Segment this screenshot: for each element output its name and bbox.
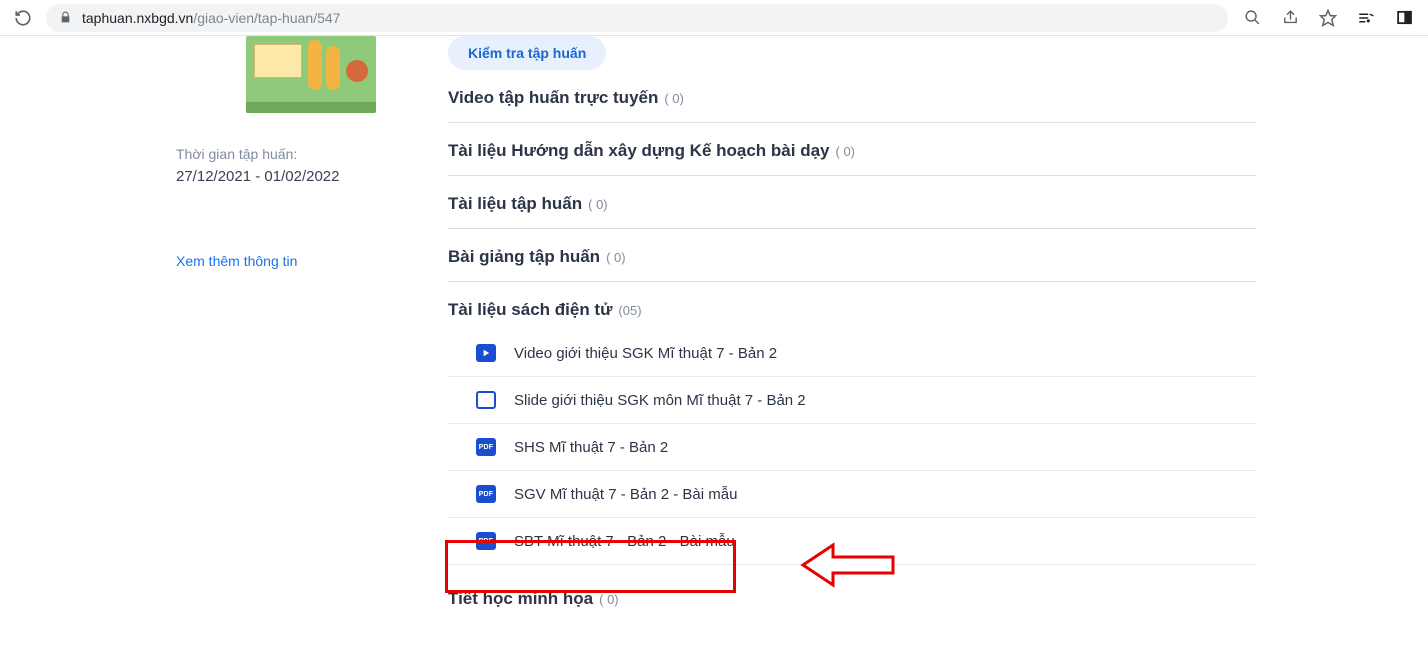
video-icon bbox=[476, 344, 496, 362]
doc-label: SHS Mĩ thuật 7 - Bản 2 bbox=[514, 439, 668, 456]
time-label: Thời gian tập huấn: bbox=[176, 146, 432, 162]
section-count: ( 0) bbox=[664, 91, 684, 106]
section-count: ( 0) bbox=[599, 592, 619, 607]
doc-label: Video giới thiệu SGK Mĩ thuật 7 - Bản 2 bbox=[514, 345, 777, 362]
reload-icon[interactable] bbox=[14, 9, 32, 27]
url-bar[interactable]: taphuan.nxbgd.vn/giao-vien/tap-huan/547 bbox=[46, 4, 1228, 32]
slide-icon bbox=[476, 391, 496, 409]
lock-icon bbox=[58, 11, 72, 25]
url-text: taphuan.nxbgd.vn/giao-vien/tap-huan/547 bbox=[82, 10, 340, 26]
section-title: Bài giảng tập huấn bbox=[448, 247, 600, 267]
docs-section: Tài liệu sách điện tử (05) Video giới th… bbox=[448, 282, 1256, 565]
course-thumbnail bbox=[246, 36, 376, 113]
browser-actions bbox=[1242, 8, 1414, 28]
share-icon[interactable] bbox=[1280, 8, 1300, 28]
doc-item[interactable]: Slide giới thiệu SGK môn Mĩ thuật 7 - Bả… bbox=[448, 377, 1256, 424]
section-count: ( 0) bbox=[588, 197, 608, 212]
doc-label: SBT Mĩ thuật 7 - Bản 2 - Bài mẫu bbox=[514, 533, 735, 550]
last-section: Tiết học minh họa ( 0) bbox=[448, 565, 1256, 623]
test-button[interactable]: Kiểm tra tập huấn bbox=[448, 36, 606, 70]
docs-section-title: Tài liệu sách điện tử bbox=[448, 300, 612, 320]
section-count: ( 0) bbox=[836, 144, 856, 159]
time-range: 27/12/2021 - 01/02/2022 bbox=[176, 168, 432, 185]
pdf-icon: PDF bbox=[476, 532, 496, 550]
section-title: Tài liệu tập huấn bbox=[448, 194, 582, 214]
pdf-icon: PDF bbox=[476, 485, 496, 503]
music-icon[interactable] bbox=[1356, 8, 1376, 28]
panel-icon[interactable] bbox=[1394, 8, 1414, 28]
doc-item[interactable]: PDF SBT Mĩ thuật 7 - Bản 2 - Bài mẫu bbox=[448, 518, 1256, 565]
section: Tài liệu Hướng dẫn xây dựng Kế hoạch bài… bbox=[448, 123, 1256, 176]
section-title: Video tập huấn trực tuyến bbox=[448, 88, 658, 108]
section: Tài liệu tập huấn ( 0) bbox=[448, 176, 1256, 229]
star-icon[interactable] bbox=[1318, 8, 1338, 28]
more-info-link[interactable]: Xem thêm thông tin bbox=[176, 253, 432, 269]
main-column: Kiểm tra tập huấn Video tập huấn trực tu… bbox=[432, 36, 1428, 623]
browser-toolbar: taphuan.nxbgd.vn/giao-vien/tap-huan/547 bbox=[0, 0, 1428, 36]
pdf-icon: PDF bbox=[476, 438, 496, 456]
sidebar: Thời gian tập huấn: 27/12/2021 - 01/02/2… bbox=[176, 36, 432, 623]
doc-item[interactable]: PDF SGV Mĩ thuật 7 - Bản 2 - Bài mẫu bbox=[448, 471, 1256, 518]
doc-label: Slide giới thiệu SGK môn Mĩ thuật 7 - Bả… bbox=[514, 392, 806, 409]
section: Video tập huấn trực tuyến ( 0) bbox=[448, 70, 1256, 123]
section: Bài giảng tập huấn ( 0) bbox=[448, 229, 1256, 282]
section-title: Tiết học minh họa bbox=[448, 589, 593, 609]
doc-label: SGV Mĩ thuật 7 - Bản 2 - Bài mẫu bbox=[514, 486, 737, 503]
doc-item[interactable]: PDF SHS Mĩ thuật 7 - Bản 2 bbox=[448, 424, 1256, 471]
section-title: Tài liệu Hướng dẫn xây dựng Kế hoạch bài… bbox=[448, 141, 830, 161]
zoom-icon[interactable] bbox=[1242, 8, 1262, 28]
section-count: ( 0) bbox=[606, 250, 626, 265]
docs-section-count: (05) bbox=[618, 303, 641, 318]
doc-item[interactable]: Video giới thiệu SGK Mĩ thuật 7 - Bản 2 bbox=[448, 330, 1256, 377]
page-content: Thời gian tập huấn: 27/12/2021 - 01/02/2… bbox=[0, 36, 1428, 623]
